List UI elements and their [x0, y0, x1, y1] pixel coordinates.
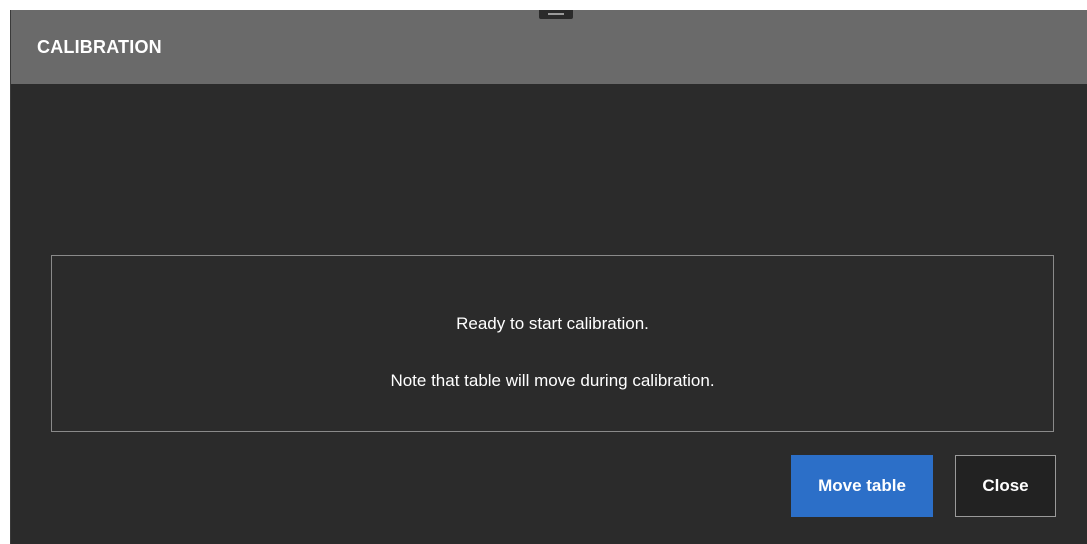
move-table-button[interactable]: Move table	[791, 455, 933, 517]
dialog-title: CALIBRATION	[37, 37, 162, 57]
dialog-titlebar[interactable]: CALIBRATION	[11, 10, 1087, 84]
message-panel: Ready to start calibration. Note that ta…	[51, 255, 1054, 432]
calibration-dialog: CALIBRATION Ready to start calibration. …	[10, 10, 1087, 544]
drag-handle-icon[interactable]	[539, 10, 573, 19]
close-button[interactable]: Close	[955, 455, 1056, 517]
message-note: Note that table will move during calibra…	[390, 371, 715, 390]
message-ready: Ready to start calibration.	[456, 314, 649, 333]
